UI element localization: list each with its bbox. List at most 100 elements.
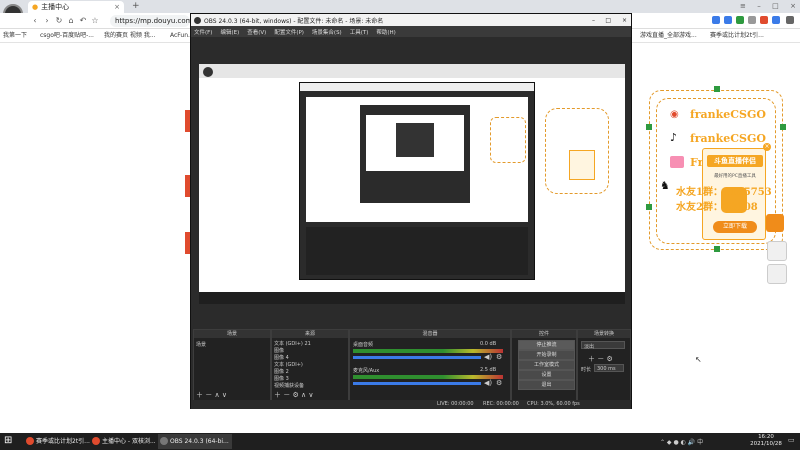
reload-icon[interactable]: ↻	[54, 15, 64, 27]
minimize-icon[interactable]: –	[757, 2, 761, 11]
bilibili-icon	[670, 156, 684, 168]
handle-icon[interactable]	[646, 204, 652, 210]
close-icon[interactable]: ×	[790, 2, 796, 11]
home-icon[interactable]: ⌂	[66, 15, 76, 27]
nested-promo-frame	[490, 117, 526, 163]
speaker-icon[interactable]: ◀)	[484, 379, 492, 387]
volume-slider[interactable]	[353, 382, 481, 385]
screen-icon[interactable]	[767, 264, 787, 284]
side-tool-icon[interactable]	[766, 214, 784, 232]
close-icon[interactable]: ×	[114, 3, 120, 11]
menu-help[interactable]: 帮助(H)	[376, 28, 395, 36]
stop-streaming-button[interactable]: 停止推流	[518, 340, 575, 350]
source-item[interactable]: 图像	[274, 347, 284, 354]
windows-start-icon[interactable]: ⊞	[4, 436, 14, 446]
clock-date: 2021/10/28	[750, 441, 782, 447]
edit-icon[interactable]	[767, 241, 787, 261]
back-icon[interactable]: ‹	[30, 15, 40, 27]
gear-icon[interactable]: ⚙	[496, 379, 502, 387]
taskbar-item[interactable]: 主播中心 - 双核浏...	[90, 434, 168, 449]
bookmark-item[interactable]: 游戏直播_全部游戏...	[640, 30, 697, 42]
extension-icon[interactable]	[760, 16, 768, 24]
remove-icon[interactable]: －	[205, 391, 212, 399]
gear-icon[interactable]: ⚙	[292, 391, 298, 399]
source-item[interactable]: 文本 (GDI+) 21	[274, 340, 311, 347]
source-item[interactable]: 图像 4	[274, 354, 289, 361]
gear-icon[interactable]: ⚙	[606, 355, 612, 363]
close-icon[interactable]: ×	[622, 17, 627, 24]
minimize-icon[interactable]: –	[592, 17, 595, 24]
nested-deepest-obs	[396, 123, 434, 157]
menu-icon[interactable]	[786, 16, 794, 24]
star-icon[interactable]: ☆	[90, 15, 100, 27]
source-item[interactable]: 文本 (GDI+)	[274, 361, 303, 368]
handle-icon[interactable]	[714, 86, 720, 92]
source-item[interactable]: 视频捕获设备	[274, 382, 304, 389]
add-icon[interactable]: ＋	[274, 391, 281, 399]
remove-icon[interactable]: －	[283, 391, 290, 399]
address-bar[interactable]: https://mp.douyu.com/liv	[110, 15, 190, 27]
notification-icon[interactable]: ▭	[788, 436, 796, 446]
studio-mode-button[interactable]: 工作室模式	[518, 360, 575, 370]
source-item[interactable]: 图像 2	[274, 368, 289, 375]
menu-edit[interactable]: 编辑(E)	[220, 28, 239, 36]
sources-header: 来源	[272, 330, 348, 338]
exit-button[interactable]: 退出	[518, 380, 575, 390]
start-recording-button[interactable]: 开始录制	[518, 350, 575, 360]
obs-title: OBS 24.0.3 (64-bit, windows) - 配置文件: 未命名…	[204, 17, 384, 25]
new-tab-button[interactable]: +	[132, 1, 142, 12]
remove-icon[interactable]: －	[597, 355, 604, 363]
menu-file[interactable]: 文件(F)	[194, 28, 212, 36]
add-icon[interactable]: ＋	[196, 391, 203, 399]
volume-slider[interactable]	[353, 356, 481, 359]
maximize-icon[interactable]: □	[772, 2, 779, 11]
maximize-icon[interactable]: □	[605, 17, 611, 24]
handle-icon[interactable]	[714, 246, 720, 252]
close-icon[interactable]: ×	[763, 143, 771, 151]
menu-profile[interactable]: 配置文件(P)	[274, 28, 304, 36]
browser-tab[interactable]: ● 主播中心 ×	[28, 1, 124, 13]
down-icon[interactable]: ∨	[308, 391, 313, 399]
source-item[interactable]: 图像 3	[274, 375, 289, 382]
duration-input[interactable]: 300 ms	[594, 364, 624, 372]
extension-icon[interactable]	[724, 16, 732, 24]
undo-icon[interactable]: ↶	[78, 15, 88, 27]
bookmark-item[interactable]: 赛季或比计划2t引...	[710, 30, 764, 42]
nested-title-bar	[300, 83, 534, 91]
add-icon[interactable]: ＋	[588, 355, 595, 363]
speaker-icon[interactable]: ◀)	[484, 353, 492, 361]
taskbar-item[interactable]: 赛季或比计划2t引...	[24, 434, 98, 449]
system-tray-icons[interactable]: ⌃ ◆ ● ◐ 🔊 中	[660, 437, 740, 446]
bookmark-item[interactable]: 我第一下	[3, 30, 27, 42]
menu-tools[interactable]: 工具(T)	[350, 28, 369, 36]
forward-icon[interactable]: ›	[42, 15, 52, 27]
extension-icon[interactable]	[736, 16, 744, 24]
up-icon[interactable]: ∧	[214, 391, 219, 399]
transition-select[interactable]: 淡出	[581, 341, 625, 350]
weibo-icon: ◉	[670, 109, 679, 120]
handle-icon[interactable]	[646, 124, 652, 130]
download-button[interactable]: 立即下载	[713, 221, 757, 233]
live-status: LIVE: 00:00:00	[437, 401, 474, 407]
gear-icon[interactable]: ⚙	[496, 353, 502, 361]
extension-icon[interactable]	[712, 16, 720, 24]
audio-mixer-dock: 混音器 桌面音频 0.0 dB ◀) ⚙ 麦克风/Aux 2.5 dB ◀) ⚙	[349, 329, 511, 403]
scene-item[interactable]: 场景	[196, 341, 206, 348]
extension-icon[interactable]	[772, 16, 780, 24]
bookmark-item[interactable]: 我的赛页 视频 我...	[104, 30, 156, 42]
tab-favicon-icon: ●	[32, 3, 39, 11]
settings-button[interactable]: 设置	[518, 370, 575, 380]
menu-icon[interactable]: ≡	[740, 2, 746, 11]
tab-title: 主播中心	[41, 3, 70, 11]
obs-preview[interactable]	[199, 64, 625, 304]
down-icon[interactable]: ∨	[222, 391, 227, 399]
cursor-icon: ↖	[695, 355, 702, 364]
taskbar-item[interactable]: OBS 24.0.3 (64-bi...	[158, 434, 232, 449]
bookmark-item[interactable]: csgo吧-百度贴吧-...	[40, 30, 94, 42]
clock[interactable]: 16:20 2021/10/28	[748, 434, 784, 449]
menu-view[interactable]: 查看(V)	[247, 28, 266, 36]
handle-icon[interactable]	[780, 124, 786, 130]
extension-icon[interactable]	[748, 16, 756, 24]
menu-scene-collection[interactable]: 场景集合(S)	[312, 28, 342, 36]
up-icon[interactable]: ∧	[301, 391, 306, 399]
